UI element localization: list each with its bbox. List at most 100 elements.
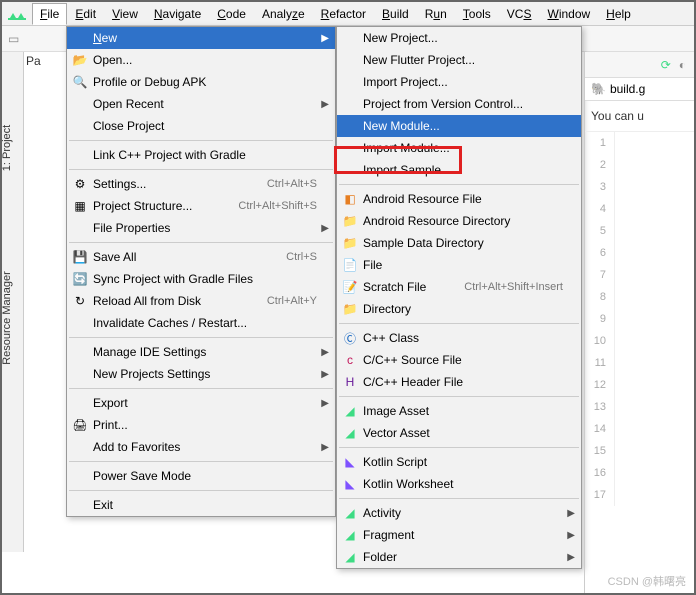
kotlin-icon: ◣ — [342, 454, 358, 470]
menu-edit[interactable]: Edit — [67, 3, 104, 25]
code-line[interactable] — [615, 220, 694, 242]
code-line[interactable] — [615, 484, 694, 506]
tool-window-resource-manager[interactable]: Resource Manager — [1, 271, 13, 365]
code-line[interactable] — [615, 264, 694, 286]
menu-item-cpp-header[interactable]: HC/C++ Header File — [337, 371, 581, 393]
menu-code[interactable]: Code — [209, 3, 254, 25]
code-line[interactable] — [615, 462, 694, 484]
menu-item-open-recent[interactable]: Open Recent▶ — [67, 93, 335, 115]
watermark: CSDN @韩曙亮 — [608, 573, 686, 589]
menu-item-file-properties[interactable]: File Properties▶ — [67, 217, 335, 239]
scratch-icon: 📝 — [342, 279, 358, 295]
file-icon: 📄 — [342, 257, 358, 273]
menu-item-android-res-dir[interactable]: 📁Android Resource Directory — [337, 210, 581, 232]
editor-tab[interactable]: 🐘 build.g — [585, 78, 694, 101]
menu-item-profile-apk[interactable]: 🔍Profile or Debug APK — [67, 71, 335, 93]
menu-item-import-project[interactable]: Import Project... — [337, 71, 581, 93]
cpp-source-icon: c — [342, 352, 358, 368]
android-icon: ◢ — [342, 527, 358, 543]
gauge-icon[interactable]: ◐ — [679, 58, 686, 72]
editor-area: ⟳ ◐ 🐘 build.g You can u 1234567891011121… — [584, 52, 694, 593]
code-line[interactable] — [615, 154, 694, 176]
menu-item-kotlin-worksheet[interactable]: ◣Kotlin Worksheet — [337, 473, 581, 495]
menu-item-import-sample[interactable]: Import Sample... — [337, 159, 581, 181]
menu-item-import-module[interactable]: Import Module... — [337, 137, 581, 159]
line-number: 1 — [585, 132, 615, 154]
menu-item-settings[interactable]: ⚙Settings...Ctrl+Alt+S — [67, 173, 335, 195]
menu-item-export[interactable]: Export▶ — [67, 392, 335, 414]
menu-item-vector-asset[interactable]: ◢Vector Asset — [337, 422, 581, 444]
code-line[interactable] — [615, 198, 694, 220]
code-line[interactable] — [615, 330, 694, 352]
code-line[interactable] — [615, 308, 694, 330]
menu-item-open[interactable]: 📂Open... — [67, 49, 335, 71]
menu-navigate[interactable]: Navigate — [146, 3, 209, 25]
menu-tools[interactable]: Tools — [455, 3, 499, 25]
menu-item-link-cpp[interactable]: Link C++ Project with Gradle — [67, 144, 335, 166]
menu-item-close-project[interactable]: Close Project — [67, 115, 335, 137]
menu-item-cpp-source[interactable]: cC/C++ Source File — [337, 349, 581, 371]
code-line[interactable] — [615, 396, 694, 418]
project-pane-title: Pa — [26, 54, 41, 68]
menu-window[interactable]: Window — [539, 3, 598, 25]
menu-refactor[interactable]: Refactor — [313, 3, 374, 25]
menu-item-fragment[interactable]: ◢Fragment▶ — [337, 524, 581, 546]
line-number: 14 — [585, 418, 615, 440]
menu-item-new-module[interactable]: New Module... — [337, 115, 581, 137]
menu-build[interactable]: Build — [374, 3, 417, 25]
menu-item-new-flutter[interactable]: New Flutter Project... — [337, 49, 581, 71]
menu-item-add-favorites[interactable]: Add to Favorites▶ — [67, 436, 335, 458]
menu-vcs[interactable]: VCS — [499, 3, 540, 25]
editor-tab-label: build.g — [610, 82, 645, 96]
menu-item-scratch[interactable]: 📝Scratch FileCtrl+Alt+Shift+Insert — [337, 276, 581, 298]
menu-item-manage-ide[interactable]: Manage IDE Settings▶ — [67, 341, 335, 363]
line-number: 7 — [585, 264, 615, 286]
menu-item-print[interactable]: 🖨Print... — [67, 414, 335, 436]
menu-help[interactable]: Help — [598, 3, 639, 25]
menu-item-new-proj-settings[interactable]: New Projects Settings▶ — [67, 363, 335, 385]
menu-item-exit[interactable]: Exit — [67, 494, 335, 516]
code-line[interactable] — [615, 286, 694, 308]
menu-item-android-res-file[interactable]: ◧Android Resource File — [337, 188, 581, 210]
code-line[interactable] — [615, 242, 694, 264]
code-line[interactable] — [615, 374, 694, 396]
code-line[interactable] — [615, 418, 694, 440]
menu-item-new-project[interactable]: New Project... — [337, 27, 581, 49]
menu-item-sync-gradle[interactable]: 🔄Sync Project with Gradle Files — [67, 268, 335, 290]
line-number: 4 — [585, 198, 615, 220]
menu-item-directory[interactable]: 📁Directory — [337, 298, 581, 320]
code-line[interactable] — [615, 440, 694, 462]
menu-item-kotlin-script[interactable]: ◣Kotlin Script — [337, 451, 581, 473]
menu-item-new[interactable]: New▶ — [67, 27, 335, 49]
tool-window-project[interactable]: 1: Project — [1, 125, 13, 171]
menu-item-file[interactable]: 📄File — [337, 254, 581, 276]
android-icon: ◢ — [342, 425, 358, 441]
menu-item-folder[interactable]: ◢Folder▶ — [337, 546, 581, 568]
code-line[interactable] — [615, 132, 694, 154]
menu-run[interactable]: Run — [417, 3, 455, 25]
menu-item-invalidate[interactable]: Invalidate Caches / Restart... — [67, 312, 335, 334]
menu-item-reload-disk[interactable]: ↻Reload All from DiskCtrl+Alt+Y — [67, 290, 335, 312]
menu-analyze[interactable]: Analyze — [254, 3, 313, 25]
line-number: 15 — [585, 440, 615, 462]
line-number: 9 — [585, 308, 615, 330]
code-line[interactable] — [615, 352, 694, 374]
open-icon[interactable]: ▭ — [8, 32, 19, 46]
file-menu-dropdown: New▶ 📂Open... 🔍Profile or Debug APK Open… — [66, 26, 336, 517]
menu-item-image-asset[interactable]: ◢Image Asset — [337, 400, 581, 422]
menu-item-from-vcs[interactable]: Project from Version Control... — [337, 93, 581, 115]
menu-item-power-save[interactable]: Power Save Mode — [67, 465, 335, 487]
menu-item-save-all[interactable]: 💾Save AllCtrl+S — [67, 246, 335, 268]
new-submenu: New Project... New Flutter Project... Im… — [336, 26, 582, 569]
menu-view[interactable]: View — [104, 3, 146, 25]
code-line[interactable] — [615, 176, 694, 198]
menu-item-activity[interactable]: ◢Activity▶ — [337, 502, 581, 524]
menu-item-sample-data-dir[interactable]: 📁Sample Data Directory — [337, 232, 581, 254]
menu-item-cpp-class[interactable]: ⒸC++ Class — [337, 327, 581, 349]
cpp-class-icon: Ⓒ — [342, 330, 358, 346]
menu-file[interactable]: File — [32, 3, 67, 25]
profile-icon: 🔍 — [72, 74, 88, 90]
android-icon: ◢ — [342, 403, 358, 419]
menu-item-project-structure[interactable]: ▦Project Structure...Ctrl+Alt+Shift+S — [67, 195, 335, 217]
gradle-sync-icon[interactable]: ⟳ — [661, 58, 671, 72]
